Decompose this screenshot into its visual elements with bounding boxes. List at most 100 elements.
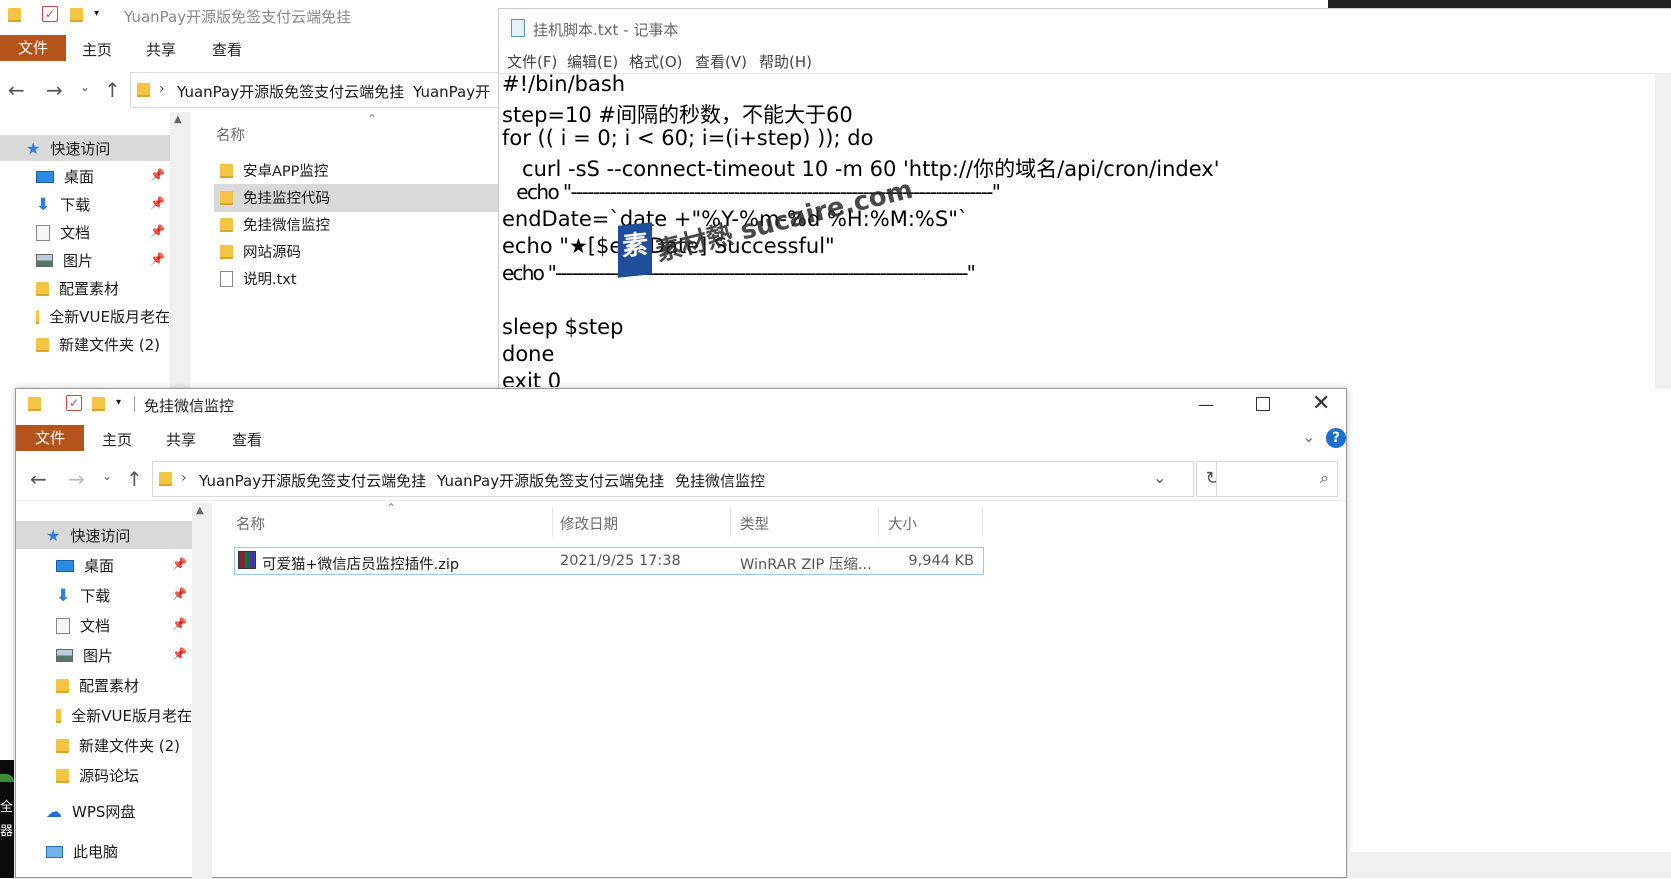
menu-file[interactable]: 文件(F): [507, 51, 557, 72]
nav-pane-scrollbar[interactable]: [170, 112, 190, 390]
pin-icon[interactable]: 📌: [150, 168, 165, 182]
notepad-icon: [511, 19, 525, 37]
folder-icon: [220, 217, 233, 232]
scroll-up-icon[interactable]: ▲: [174, 114, 182, 125]
sidebar-item-downloads[interactable]: ⬇ 下载: [56, 585, 110, 606]
menu-help[interactable]: 帮助(H): [759, 51, 812, 72]
column-header-type[interactable]: 类型: [740, 513, 769, 534]
dropdown-icon[interactable]: ▾: [116, 397, 121, 408]
checkbox-icon[interactable]: ✓: [42, 6, 58, 22]
recent-dropdown-icon[interactable]: ⌄: [80, 80, 90, 94]
pin-icon[interactable]: 📌: [172, 647, 187, 661]
menu-view[interactable]: 查看(V): [695, 51, 747, 72]
tab-home[interactable]: 主页: [82, 39, 112, 60]
column-header-date[interactable]: 修改日期: [560, 513, 618, 534]
pin-icon[interactable]: 📌: [172, 617, 187, 631]
chevron-down-icon[interactable]: ⌄: [1153, 468, 1166, 487]
list-item[interactable]: 安卓APP监控: [220, 160, 328, 181]
pin-icon[interactable]: 📌: [150, 196, 165, 210]
expand-ribbon-icon[interactable]: ⌄: [1302, 427, 1315, 446]
sidebar-label: 源码论坛: [79, 767, 140, 785]
address-bar[interactable]: › YuanPay开源版免签支付云端免挂 › YuanPay开: [130, 72, 510, 108]
folder-icon: [220, 190, 233, 205]
tab-share[interactable]: 共享: [166, 429, 196, 450]
sidebar-item-folder[interactable]: 新建文件夹 (2): [56, 735, 180, 756]
forward-arrow-icon[interactable]: →: [46, 78, 63, 102]
sidebar-item-folder[interactable]: 配置素材: [36, 278, 119, 299]
breadcrumb-1[interactable]: YuanPay开源版免签支付云端免挂: [177, 81, 404, 102]
breadcrumb-2[interactable]: YuanPay开源版免签支付云端免挂: [437, 470, 664, 491]
sidebar-item-folder[interactable]: 全新VUE版月老在: [36, 306, 170, 327]
document-icon: [56, 617, 70, 634]
up-arrow-icon[interactable]: ↑: [104, 78, 121, 102]
back-arrow-icon[interactable]: ←: [30, 467, 47, 491]
pin-icon[interactable]: 📌: [150, 224, 165, 238]
sidebar-item-documents[interactable]: 文档: [36, 222, 90, 243]
sidebar-item-pictures[interactable]: 图片: [36, 250, 93, 271]
sidebar-item-downloads[interactable]: ⬇ 下载: [36, 194, 90, 215]
tab-file[interactable]: 文件: [16, 425, 84, 451]
tab-view[interactable]: 查看: [212, 39, 242, 60]
sidebar-item-folder[interactable]: 新建文件夹 (2): [36, 334, 160, 355]
file-name: 网站源码: [243, 245, 301, 261]
tab-share[interactable]: 共享: [146, 39, 176, 60]
maximize-icon[interactable]: [1256, 397, 1270, 411]
breadcrumb-1[interactable]: YuanPay开源版免签支付云端免挂: [199, 470, 426, 491]
column-header-name[interactable]: 名称: [216, 124, 245, 145]
sidebar-item-folder[interactable]: 配置素材: [56, 675, 139, 696]
file-size: 9,944 KB: [908, 553, 974, 569]
sidebar-item-folder[interactable]: 全新VUE版月老在: [56, 705, 192, 726]
folder-icon: [159, 472, 172, 486]
search-input[interactable]: ⌕: [1216, 461, 1338, 497]
checkbox-icon[interactable]: ✓: [66, 395, 82, 411]
scroll-up-icon[interactable]: ▲: [196, 505, 204, 516]
breadcrumb-3[interactable]: 免挂微信监控: [675, 470, 765, 491]
folder-icon: [137, 83, 150, 97]
tab-home[interactable]: 主页: [102, 429, 132, 450]
breadcrumb-2[interactable]: YuanPay开: [413, 81, 490, 102]
address-bar[interactable]: › YuanPay开源版免签支付云端免挂 › YuanPay开源版免签支付云端免…: [152, 461, 1194, 497]
list-item[interactable]: 免挂微信监控: [220, 214, 330, 235]
list-item[interactable]: 网站源码: [220, 241, 301, 262]
sidebar-item-desktop[interactable]: 桌面: [56, 555, 114, 576]
up-arrow-icon[interactable]: ↑: [126, 467, 143, 491]
sidebar-item-desktop[interactable]: 桌面: [36, 166, 94, 187]
nav-pane-scrollbar[interactable]: [192, 503, 212, 879]
menu-format[interactable]: 格式(O): [629, 51, 683, 72]
notepad-scrollbar[interactable]: [1655, 73, 1671, 389]
sidebar-item-quick-access[interactable]: ★ 快速访问: [26, 138, 110, 159]
file-date: 2021/9/25 17:38: [560, 553, 681, 569]
list-item[interactable]: 免挂监控代码: [220, 187, 330, 208]
sidebar-item-documents[interactable]: 文档: [56, 615, 110, 636]
column-header-size[interactable]: 大小: [888, 513, 917, 534]
pin-icon[interactable]: 📌: [172, 587, 187, 601]
close-icon[interactable]: ✕: [1312, 391, 1330, 416]
sidebar-item-folder[interactable]: 源码论坛: [56, 765, 139, 786]
folder-icon: [28, 397, 41, 411]
list-item[interactable]: 说明.txt: [220, 268, 297, 289]
recent-dropdown-icon[interactable]: ⌄: [102, 469, 112, 483]
folder-icon: [8, 8, 21, 22]
minimize-icon[interactable]: —: [1198, 395, 1214, 414]
sidebar-label: 全新VUE版月老在: [71, 707, 192, 725]
text-file-icon: [220, 270, 233, 287]
left-edge-fragment: 全 器: [0, 760, 14, 878]
sidebar-item-quick-access[interactable]: ★ 快速访问: [46, 525, 130, 546]
sidebar-item-this-pc[interactable]: 此电脑: [46, 841, 118, 862]
dropdown-icon[interactable]: ▾: [94, 8, 99, 19]
sidebar-item-pictures[interactable]: 图片: [56, 645, 113, 666]
pin-icon[interactable]: 📌: [150, 252, 165, 266]
tab-file[interactable]: 文件: [0, 35, 66, 61]
forward-arrow-icon[interactable]: →: [68, 467, 85, 491]
pin-icon[interactable]: 📌: [172, 557, 187, 571]
back-arrow-icon[interactable]: ←: [8, 78, 25, 102]
sidebar-label: 桌面: [84, 557, 115, 575]
tab-view[interactable]: 查看: [232, 429, 262, 450]
menu-edit[interactable]: 编辑(E): [567, 51, 618, 72]
title-bar: ✓ ▾ 免挂微信监控 — ✕: [16, 389, 1346, 421]
computer-icon: [46, 845, 63, 858]
code-line: done: [502, 342, 555, 366]
sidebar-item-wps-drive[interactable]: ☁ WPS网盘: [46, 801, 135, 822]
column-header-name[interactable]: 名称: [236, 513, 265, 534]
help-icon[interactable]: ?: [1326, 428, 1346, 448]
